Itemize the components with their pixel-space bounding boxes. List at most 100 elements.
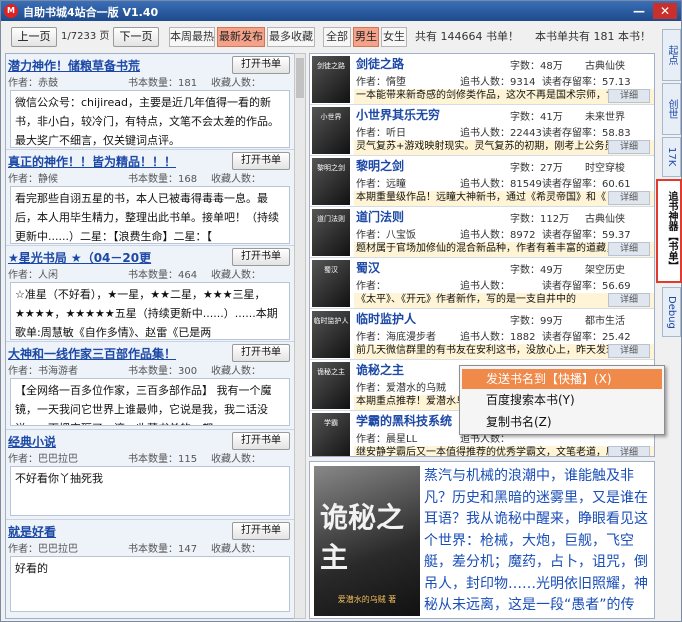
total-lists-label: 共有 144664 书单！: [415, 30, 519, 43]
book-category: 未来世界: [585, 112, 625, 123]
book-cover: 学霸: [312, 413, 350, 456]
booklist-desc: 微信公众号：chijiread，主要是近几年值得一看的新书，非小白，较冷门，有特…: [10, 90, 290, 148]
booklist-card[interactable]: 真正的神作！！皆为精品！！！ 打开书单 作者：静候书本数量：168收藏人数：11…: [6, 150, 294, 246]
list-book-count: 本书单共有 181 本书！: [535, 30, 651, 43]
booklist-title[interactable]: 经典小说: [8, 433, 56, 450]
book-author: 作者：听日: [356, 128, 406, 139]
tab-all[interactable]: 全部: [323, 27, 351, 47]
booklist-author: 作者：静候: [8, 174, 58, 185]
detail-button[interactable]: 详细: [608, 140, 650, 154]
prev-page-button[interactable]: 上一页: [11, 27, 57, 47]
book-words: 字数：27万: [510, 163, 563, 174]
book-cover: 剑徒之路: [312, 56, 350, 103]
book-words: 字数：99万: [510, 316, 563, 327]
book-title[interactable]: 诡秘之主: [356, 361, 404, 378]
book-cover: 诡秘之主: [312, 362, 350, 409]
booklist-title[interactable]: ★星光书局 ★（04－20更: [8, 249, 151, 266]
tab-17k[interactable]: 17K: [662, 137, 681, 177]
menu-send-to-kuaibo[interactable]: 发送书名到【快播】(X): [462, 369, 662, 389]
book-title[interactable]: 学霸的黑科技系统: [356, 412, 452, 429]
booklist-desc: ☆准星（不好看），★一星，★★二星，★★★三星，★★★★，★★★★★五星（持续更…: [10, 282, 290, 340]
book-author: 作者：八宝饭: [356, 230, 416, 241]
booklist-card[interactable]: 潜力神作！储粮草备书荒 打开书单 作者：赤鼓书本数量：181收藏人数：12168…: [6, 54, 294, 150]
tab-latest[interactable]: 最新发布: [217, 27, 265, 47]
booklist-title[interactable]: 大神和一线作家三百部作品集！: [8, 345, 176, 362]
booklist-title[interactable]: 潜力神作！储粮草备书荒: [8, 57, 140, 74]
tab-female[interactable]: 女生: [381, 27, 407, 47]
detail-cover-image: 诡秘之主 爱潜水的乌贼 著: [314, 466, 420, 616]
open-booklist-button[interactable]: 打开书单: [232, 344, 290, 362]
book-category: 架空历史: [585, 265, 625, 276]
booklist-desc: 【全网络一百多位作家，三百多部作品】 我有一个魔镜，一天我问它世界上谁最帅，它说…: [10, 378, 290, 426]
booklist-panel: 潜力神作！储粮草备书荒 打开书单 作者：赤鼓书本数量：181收藏人数：12168…: [5, 53, 295, 619]
booklist-desc: 好看的: [10, 556, 290, 612]
book-retention: 读者存留率：56.69: [542, 281, 631, 292]
open-booklist-button[interactable]: 打开书单: [232, 248, 290, 266]
window-title: 自助书城4站合一版 V1.40: [23, 6, 159, 19]
booklist-scrollbar[interactable]: [294, 53, 306, 619]
book-retention: 读者存留率：25.42: [542, 332, 631, 343]
book-row[interactable]: 黎明之剑 黎明之剑 字数：27万 时空穿梭 作者：远瞳 追书人数：81549 读…: [310, 156, 654, 207]
book-title[interactable]: 蜀汉: [356, 259, 380, 276]
booklist-desc: 不好看你丫抽死我: [10, 466, 290, 516]
book-category: 都市生活: [585, 316, 625, 327]
book-title[interactable]: 剑徒之路: [356, 55, 404, 72]
detail-button[interactable]: 详细: [608, 446, 650, 456]
book-row[interactable]: 道门法则 道门法则 字数：112万 古典仙侠 作者：八宝饭 追书人数：8972 …: [310, 207, 654, 258]
open-booklist-button[interactable]: 打开书单: [232, 522, 290, 540]
booklist-title[interactable]: 真正的神作！！皆为精品！！！: [8, 153, 176, 170]
booklist-author: 作者：书海游者: [8, 366, 78, 377]
tab-zhuishu-booklist[interactable]: 追书神器【书单】: [656, 179, 682, 283]
book-retention: 读者存留率：58.83: [542, 128, 631, 139]
minimize-icon[interactable]: —: [629, 3, 649, 19]
app-window: M 自助书城4站合一版 V1.40 — ✕ 上一页 1/7233 页 下一页 本…: [0, 0, 682, 622]
open-booklist-button[interactable]: 打开书单: [232, 152, 290, 170]
tab-weekly-hot[interactable]: 本周最热: [169, 27, 215, 47]
booklist-count: 书本数量：464: [128, 270, 198, 281]
booklist-card[interactable]: 就是好看 打开书单 作者：巴巴拉巴书本数量：147收藏人数：81120 好看的: [6, 520, 294, 618]
detail-button[interactable]: 详细: [608, 293, 650, 307]
book-retention: 读者存留率：59.37: [542, 230, 631, 241]
tab-chuangshi[interactable]: 创世: [662, 83, 681, 135]
booklist-card[interactable]: 经典小说 打开书单 作者：巴巴拉巴书本数量：115收藏人数：87397 不好看你…: [6, 430, 294, 520]
book-followers: 追书人数：8972: [460, 230, 536, 241]
book-title[interactable]: 小世界其乐无穷: [356, 106, 440, 123]
booklist-card[interactable]: 大神和一线作家三百部作品集！ 打开书单 作者：书海游者 书本数量：300 收藏人数：…: [6, 342, 294, 430]
tab-most-fav[interactable]: 最多收藏: [267, 27, 315, 47]
next-page-button[interactable]: 下一页: [113, 27, 159, 47]
title-bar[interactable]: M 自助书城4站合一版 V1.40 — ✕: [1, 1, 681, 21]
detail-button[interactable]: 详细: [608, 89, 650, 103]
menu-copy-title[interactable]: 复制书名(Z): [462, 412, 662, 432]
booklist-count: 书本数量：168: [128, 174, 198, 185]
detail-button[interactable]: 详细: [608, 242, 650, 256]
book-row[interactable]: 剑徒之路 剑徒之路 字数：48万 古典仙侠 作者：惰堕 追书人数：9314 读者…: [310, 54, 654, 105]
menu-baidu-search[interactable]: 百度搜索本书(Y): [462, 390, 662, 410]
book-row[interactable]: 临时监护人 临时监护人 字数：99万 都市生活 作者：海底漫步者 追书人数：18…: [310, 309, 654, 360]
detail-button[interactable]: 详细: [608, 344, 650, 358]
booklist-desc: 看完那些自诩五星的书，本人已被毒得毒毒一息。最后，本人用毕生精力，整理出此书单。…: [10, 186, 290, 244]
open-booklist-button[interactable]: 打开书单: [232, 56, 290, 74]
detail-cover-title: 诡秘之主: [320, 501, 405, 574]
booklist-title[interactable]: 就是好看: [8, 523, 56, 540]
book-row[interactable]: 蜀汉 蜀汉 字数：49万 架空历史 作者： 追书人数： 读者存留率：56.69 …: [310, 258, 654, 309]
book-words: 字数：48万: [510, 61, 563, 72]
book-title[interactable]: 黎明之剑: [356, 157, 404, 174]
book-title[interactable]: 临时监护人: [356, 310, 416, 327]
book-author: 作者：远瞳: [356, 179, 406, 190]
page-indicator: 1/7233 页: [61, 31, 110, 42]
booklist-author: 作者：巴巴拉巴: [8, 454, 78, 465]
book-title[interactable]: 道门法则: [356, 208, 404, 225]
tab-male[interactable]: 男生: [353, 27, 379, 47]
close-icon[interactable]: ✕: [653, 3, 677, 19]
open-booklist-button[interactable]: 打开书单: [232, 432, 290, 450]
detail-button[interactable]: 详细: [608, 191, 650, 205]
book-followers: 追书人数：: [460, 281, 510, 292]
tab-debug[interactable]: Debug: [662, 287, 681, 337]
booklist-card[interactable]: ★星光书局 ★（04－20更 打开书单 作者：人闲书本数量：464收藏人数：10…: [6, 246, 294, 342]
book-author: 作者：爱潜水的乌贼: [356, 383, 446, 394]
book-row[interactable]: 小世界 小世界其乐无穷 字数：41万 未来世界 作者：听日 追书人数：22443…: [310, 105, 654, 156]
toolbar: 上一页 1/7233 页 下一页 本周最热 最新发布 最多收藏 全部 男生 女生…: [3, 25, 658, 51]
detail-synopsis: 蒸汽与机械的浪潮中，谁能触及非凡？历史和黑暗的迷雾里，又是谁在耳语？我从诡秘中醒…: [424, 468, 648, 613]
tab-qidian[interactable]: 起点: [662, 29, 681, 81]
scrollbar-thumb[interactable]: [296, 58, 304, 98]
